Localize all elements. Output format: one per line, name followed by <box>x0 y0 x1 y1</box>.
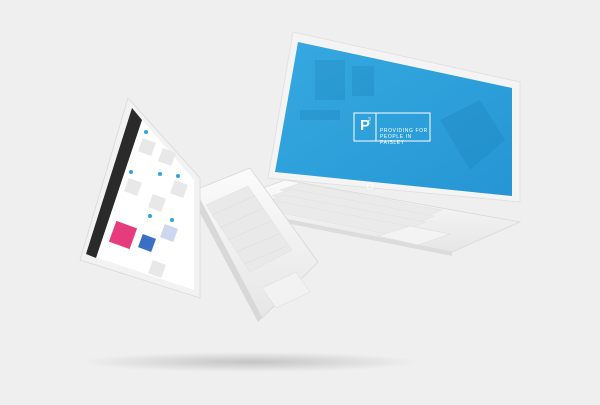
p3-logo-superscript: 3 <box>368 117 371 123</box>
floor-shadow <box>80 352 420 372</box>
right-laptop-lid <box>267 31 521 203</box>
tagline: PROVIDING FOR PEOPLE IN PAISLEY <box>380 128 440 146</box>
left-laptop-lid <box>79 97 201 299</box>
laptops-mockup-scene: P 3 PROVIDING FOR PEOPLE IN PAISLEY <box>0 0 600 400</box>
mockup-illustration <box>79 31 522 372</box>
tagline-line: PAISLEY <box>380 140 405 146</box>
